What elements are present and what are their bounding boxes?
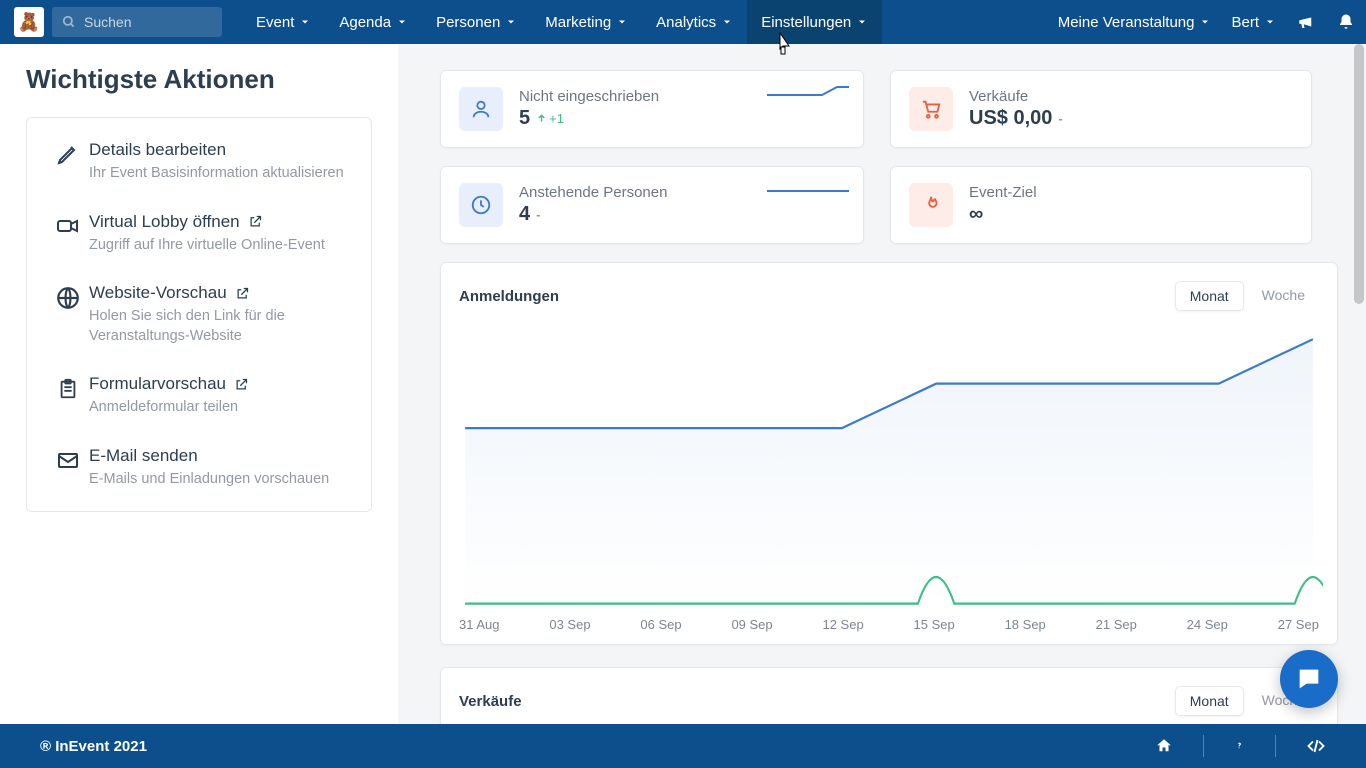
action-globe[interactable]: Website-Vorschau Holen Sie sich den Link… [31, 269, 367, 360]
chevron-down-icon [1199, 16, 1211, 28]
announce-button[interactable] [1286, 0, 1326, 44]
footer: ® InEvent 2021 [0, 724, 1366, 768]
cart-icon [909, 87, 953, 131]
kpi-value: 5 [519, 107, 530, 130]
action-title: Virtual Lobby öffnen [89, 212, 351, 232]
action-title: E-Mail senden [89, 446, 351, 466]
chart-x-axis: 31 Aug03 Sep06 Sep09 Sep12 Sep15 Sep18 S… [455, 617, 1323, 636]
kpi-label: Anstehende Personen [519, 184, 667, 201]
nav-event[interactable]: Event [242, 0, 325, 44]
main-menu: EventAgendaPersonenMarketingAnalyticsEin… [242, 0, 882, 44]
kpi-label: Event-Ziel [969, 184, 1037, 201]
kpi-not-enrolled[interactable]: Nicht eingeschrieben 5 +1 [440, 70, 864, 148]
user-icon [459, 87, 503, 131]
code-icon[interactable] [1306, 737, 1326, 755]
mail-icon [47, 446, 89, 490]
action-subtitle: Anmeldeformular teilen [89, 398, 351, 418]
my-event-menu[interactable]: Meine Veranstaltung [1048, 0, 1222, 44]
chevron-down-icon [721, 16, 733, 28]
sparkline [767, 177, 849, 197]
action-title: Formularvorschau [89, 374, 351, 394]
action-title: Website-Vorschau [89, 283, 351, 303]
pencil-icon [47, 140, 89, 184]
kpi-label: Nicht eingeschrieben [519, 88, 659, 105]
user-menu[interactable]: Bert [1221, 0, 1286, 44]
notifications-button[interactable] [1326, 0, 1366, 44]
action-mail[interactable]: E-Mail senden E-Mails und Einladungen vor… [31, 432, 367, 504]
search-input[interactable]: Suchen [52, 7, 222, 37]
search-placeholder: Suchen [84, 14, 131, 30]
chevron-down-icon [396, 16, 408, 28]
kpi-pending[interactable]: Anstehende Personen 4- [440, 166, 864, 244]
nav-analytics[interactable]: Analytics [642, 0, 747, 44]
clipboard-icon [47, 374, 89, 418]
kpi-goal[interactable]: Event-Ziel ∞ [890, 166, 1312, 244]
registrations-chart [455, 317, 1323, 617]
action-title: Details bearbeiten [89, 140, 351, 160]
kpi-value: US$ 0,00 [969, 107, 1052, 130]
nav-einstellungen[interactable]: Einstellungen [747, 0, 882, 44]
top-right: Meine Veranstaltung Bert [1048, 0, 1366, 44]
clock-icon [459, 183, 503, 227]
kpi-sales[interactable]: Verkäufe US$ 0,00- [890, 70, 1312, 148]
page-title: Wichtigste Aktionen [26, 64, 372, 95]
top-nav: 🧸 Suchen EventAgendaPersonenMarketingAna… [0, 0, 1366, 44]
toggle-month[interactable]: Monat [1175, 686, 1244, 716]
toggle-week[interactable]: Woche [1248, 281, 1319, 311]
sidebar: Wichtigste Aktionen Details bearbeiten Ih… [0, 44, 398, 724]
action-subtitle: Zugriff auf Ihre virtuelle Online-Event [89, 236, 351, 256]
nav-agenda[interactable]: Agenda [325, 0, 422, 44]
content: Nicht eingeschrieben 5 +1 Verkä [398, 44, 1366, 724]
chevron-down-icon [505, 16, 517, 28]
action-video[interactable]: Virtual Lobby öffnen Zugriff auf Ihre vi… [31, 198, 367, 270]
my-event-label: Meine Veranstaltung [1058, 14, 1195, 31]
toggle-month[interactable]: Monat [1175, 281, 1244, 311]
external-link-icon [248, 214, 263, 229]
actions-list: Details bearbeiten Ihr Event Basisinforma… [26, 117, 372, 512]
logo[interactable]: 🧸 [14, 7, 44, 37]
external-link-icon [234, 377, 249, 392]
kpi-delta: +1 [536, 111, 564, 126]
nav-personen[interactable]: Personen [422, 0, 531, 44]
bell-icon [1337, 13, 1355, 31]
sparkline [767, 81, 849, 101]
kpi-label: Verkäufe [969, 88, 1063, 105]
home-icon[interactable] [1155, 737, 1173, 755]
nav-marketing[interactable]: Marketing [531, 0, 642, 44]
chevron-down-icon [856, 16, 868, 28]
kpi-value: 4 [519, 203, 530, 226]
external-link-icon [235, 286, 250, 301]
chevron-down-icon [616, 16, 628, 28]
panel-registrations: Anmeldungen Monat Woche 31 Aug03 Sep06 S… [440, 262, 1338, 645]
main: Wichtigste Aktionen Details bearbeiten Ih… [0, 44, 1366, 724]
kpi-value: ∞ [969, 203, 983, 226]
help-icon[interactable] [1234, 737, 1245, 755]
action-subtitle: Holen Sie sich den Link für die Veransta… [89, 307, 351, 346]
megaphone-icon [1297, 13, 1315, 31]
chevron-down-icon [299, 16, 311, 28]
user-label: Bert [1231, 14, 1259, 31]
globe-icon [47, 283, 89, 346]
action-pencil[interactable]: Details bearbeiten Ihr Event Basisinforma… [31, 126, 367, 198]
scrollbar[interactable] [1354, 44, 1364, 304]
fire-icon [909, 183, 953, 227]
action-subtitle: Ihr Event Basisinformation aktualisieren [89, 164, 351, 184]
panel-sales: Verkäufe Monat Woche [440, 667, 1338, 724]
action-subtitle: E-Mails und Einladungen vorschauen [89, 470, 351, 490]
chat-fab[interactable] [1280, 650, 1338, 708]
search-icon [62, 15, 76, 29]
footer-text: ® InEvent 2021 [40, 738, 147, 755]
chat-icon [1295, 665, 1323, 693]
panel-title: Verkäufe [459, 693, 522, 710]
video-icon [47, 212, 89, 256]
arrow-up-icon [536, 113, 547, 124]
panel-title: Anmeldungen [459, 288, 559, 305]
chevron-down-icon [1264, 16, 1276, 28]
action-clipboard[interactable]: Formularvorschau Anmeldeformular teilen [31, 360, 367, 432]
